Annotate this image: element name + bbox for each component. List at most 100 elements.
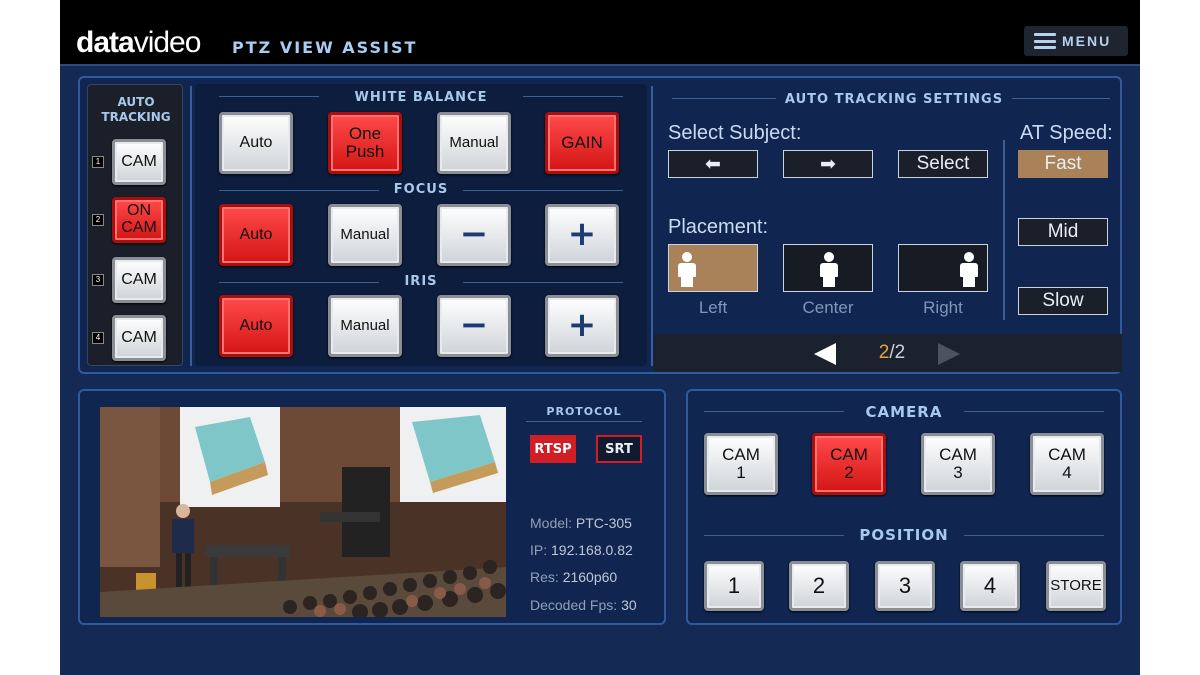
minus-icon: −	[459, 214, 489, 255]
auto-tracking-settings: AUTO TRACKING SETTINGS Select Subject: ⬅…	[654, 78, 1122, 372]
placement-center-caption: Center	[802, 298, 854, 317]
auto-tracking-row-1: 1 CAM	[92, 139, 180, 185]
divider	[219, 96, 319, 97]
page-indicator: 2/2	[878, 342, 906, 363]
auto-tracking-cam-4-button[interactable]: CAM	[112, 315, 166, 361]
iris-plus-button[interactable]: +	[545, 295, 619, 357]
iris-auto-button[interactable]: Auto	[219, 295, 293, 357]
iris-title: IRIS	[404, 274, 438, 289]
speed-slow-button[interactable]: Slow	[1018, 287, 1108, 315]
model-info: Model: PTC-305	[530, 515, 632, 531]
at-speed-label: AT Speed:	[1020, 122, 1113, 144]
cam-3-button[interactable]: CAM 3	[921, 433, 995, 495]
position-1-button[interactable]: 1	[704, 561, 764, 611]
lecture-hall-image	[100, 407, 506, 617]
row-number: 2	[92, 214, 104, 226]
app-title: PTZ VIEW ASSIST	[232, 38, 418, 57]
divider	[651, 86, 653, 366]
focus-title: FOCUS	[393, 182, 449, 197]
auto-tracking-cam-3-button[interactable]: CAM	[112, 257, 166, 303]
store-button[interactable]: STORE	[1046, 561, 1106, 611]
auto-tracking-cam-2-button[interactable]: ON CAM	[112, 197, 166, 243]
wb-one-push-button[interactable]: One Push	[328, 112, 402, 174]
divider	[964, 411, 1104, 412]
focus-minus-button[interactable]: −	[437, 204, 511, 266]
fps-info: Decoded Fps: 30	[530, 597, 637, 613]
position-2-button[interactable]: 2	[789, 561, 849, 611]
divider	[1012, 98, 1110, 99]
person-icon	[677, 252, 697, 287]
ip-info: IP: 192.168.0.82	[530, 542, 633, 558]
previous-page-icon[interactable]	[814, 343, 836, 365]
auto-tracking-row-3: 3 CAM	[92, 257, 180, 303]
divider	[190, 86, 192, 366]
divider	[523, 96, 623, 97]
wb-auto-button[interactable]: Auto	[219, 112, 293, 174]
arrow-left-icon: ⬅	[705, 153, 721, 175]
cam-4-button[interactable]: CAM 4	[1030, 433, 1104, 495]
auto-tracking-column: AUTO TRACKING 1 CAM 2 ON CAM 3 CAM 4 CAM	[87, 84, 183, 366]
control-panel: AUTO TRACKING 1 CAM 2 ON CAM 3 CAM 4 CAM	[78, 76, 1122, 374]
next-page-icon[interactable]	[938, 343, 960, 365]
divider	[704, 535, 844, 536]
video-panel: PROTOCOL RTSP SRT Model: PTC-305 IP: 192…	[78, 389, 666, 625]
camera-panel: CAMERA CAM 1 CAM 2 CAM 3 CAM 4 POSITION 1 2 …	[686, 389, 1122, 625]
iris-manual-button[interactable]: Manual	[328, 295, 402, 357]
divider	[219, 282, 379, 283]
position-title: POSITION	[859, 526, 949, 544]
speed-fast-button[interactable]: Fast	[1018, 150, 1108, 178]
divider	[1003, 140, 1005, 320]
person-icon	[819, 252, 839, 287]
datavideo-logo: datavideo	[76, 26, 201, 59]
rtsp-button[interactable]: RTSP	[530, 435, 576, 463]
divider	[964, 535, 1104, 536]
subject-prev-button[interactable]: ⬅	[668, 150, 758, 178]
camera-title: CAMERA	[865, 403, 943, 421]
placement-left-caption: Left	[698, 298, 728, 317]
protocol-title: PROTOCOL	[546, 405, 622, 418]
row-number: 1	[92, 156, 104, 168]
hamburger-icon	[1034, 33, 1056, 49]
divider	[463, 190, 623, 191]
divider	[463, 282, 623, 283]
placement-center-button[interactable]	[783, 244, 873, 292]
position-4-button[interactable]: 4	[960, 561, 1020, 611]
placement-right-button[interactable]	[898, 244, 988, 292]
plus-icon: +	[567, 214, 597, 255]
position-3-button[interactable]: 3	[875, 561, 935, 611]
divider	[672, 98, 776, 99]
auto-tracking-settings-title: AUTO TRACKING SETTINGS	[784, 92, 1004, 107]
select-subject-button[interactable]: Select	[898, 150, 988, 178]
srt-button[interactable]: SRT	[596, 435, 642, 463]
placement-right-caption: Right	[923, 298, 963, 317]
subject-next-button[interactable]: ➡	[783, 150, 873, 178]
wb-gain-button[interactable]: GAIN	[545, 112, 619, 174]
arrow-right-icon: ➡	[820, 153, 836, 175]
auto-tracking-row-2: 2 ON CAM	[92, 197, 180, 243]
divider	[704, 411, 844, 412]
select-subject-label: Select Subject:	[668, 122, 802, 144]
cam-1-button[interactable]: CAM 1	[704, 433, 778, 495]
speed-mid-button[interactable]: Mid	[1018, 218, 1108, 246]
menu-button[interactable]: MENU	[1024, 26, 1128, 56]
wb-manual-button[interactable]: Manual	[437, 112, 511, 174]
cam-2-button[interactable]: CAM 2	[812, 433, 886, 495]
placement-left-button[interactable]	[668, 244, 758, 292]
pager: 2/2	[654, 334, 1122, 372]
resolution-info: Res: 2160p60	[530, 569, 618, 585]
row-number: 4	[92, 332, 104, 344]
auto-tracking-title: AUTO TRACKING	[101, 95, 171, 124]
focus-manual-button[interactable]: Manual	[328, 204, 402, 266]
menu-label: MENU	[1062, 33, 1112, 49]
ptz-view-assist-app: datavideo PTZ VIEW ASSIST MENU AUTO TRAC…	[60, 0, 1140, 675]
white-balance-title: WHITE BALANCE	[354, 90, 488, 105]
auto-tracking-cam-1-button[interactable]: CAM	[112, 139, 166, 185]
divider	[526, 421, 642, 422]
auto-tracking-row-4: 4 CAM	[92, 315, 180, 361]
minus-icon: −	[459, 305, 489, 346]
focus-auto-button[interactable]: Auto	[219, 204, 293, 266]
video-preview	[100, 407, 506, 617]
iris-minus-button[interactable]: −	[437, 295, 511, 357]
focus-plus-button[interactable]: +	[545, 204, 619, 266]
image-controls: WHITE BALANCE Auto One Push Manual GAIN …	[195, 84, 647, 366]
